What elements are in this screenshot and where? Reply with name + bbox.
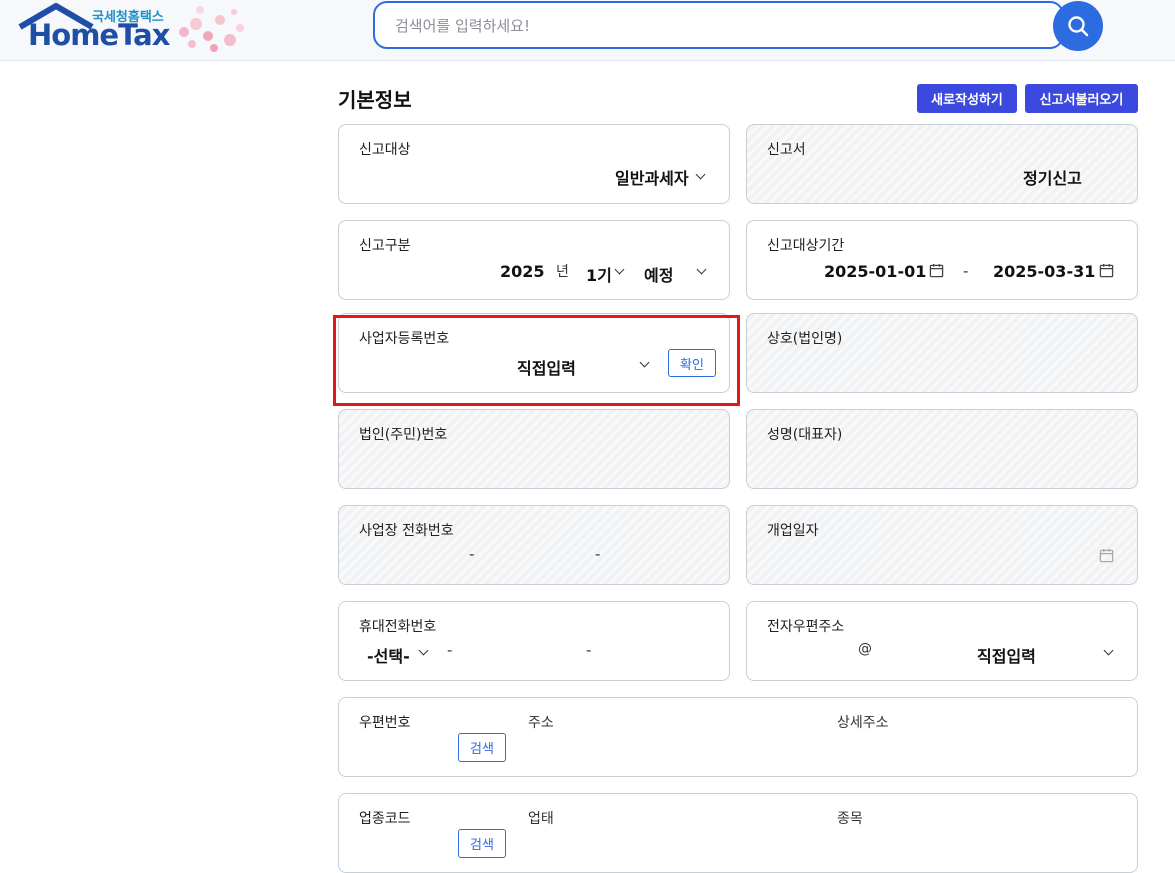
field-label: 성명(대표자) — [767, 427, 843, 443]
phone-dash: - — [447, 641, 453, 659]
select-value: 1기 — [586, 266, 612, 285]
field-label: 전자우편주소 — [767, 619, 845, 635]
section-title: 기본정보 — [338, 88, 412, 112]
open-date-card: 개업일자 — [746, 505, 1138, 585]
business-item-label: 종목 — [837, 811, 863, 827]
field-label: 신고대상 — [359, 142, 411, 158]
field-label: 신고대상기간 — [767, 238, 845, 254]
phone-dash: - — [595, 545, 601, 563]
cherry-blossom-icon — [179, 6, 244, 52]
chevron-down-icon — [695, 169, 706, 180]
field-label: 개업일자 — [767, 523, 819, 539]
calendar-icon[interactable] — [929, 263, 944, 278]
email-card: 전자우편주소 @ 직접입력 — [746, 601, 1138, 681]
search-input[interactable] — [395, 15, 1035, 37]
chevron-down-icon — [418, 645, 429, 656]
new-report-button[interactable]: 새로작성하기 — [917, 84, 1017, 113]
business-type-label: 업태 — [528, 811, 554, 827]
end-date-input[interactable]: 2025-03-31 — [993, 262, 1095, 281]
year-unit-label: 년 — [556, 264, 569, 280]
phone-dash: - — [469, 545, 475, 563]
search-button[interactable] — [1053, 1, 1103, 51]
date-separator: - — [963, 262, 969, 280]
calendar-icon — [1099, 548, 1114, 563]
load-report-button[interactable]: 신고서불러오기 — [1025, 84, 1138, 113]
field-label: 휴대전화번호 — [359, 619, 437, 635]
mobile-card: 휴대전화번호 -선택- - - — [338, 601, 730, 681]
highlight-box — [333, 315, 740, 406]
field-label: 법인(주민)번호 — [359, 427, 448, 443]
calendar-icon[interactable] — [1099, 263, 1114, 278]
industry-code-label: 업종코드 — [359, 811, 411, 827]
detail-address-label: 상세주소 — [837, 715, 889, 731]
report-target-card: 신고대상 일반과세자 — [338, 124, 730, 204]
header-bar: 국세청홈택스 HomeTax — [0, 0, 1175, 61]
biz-phone-card: 사업장 전화번호 - - — [338, 505, 730, 585]
field-label: 신고서 — [767, 142, 806, 158]
chevron-down-icon — [1103, 645, 1114, 656]
rep-name-card: 성명(대표자) — [746, 409, 1138, 489]
hometax-logo[interactable]: 국세청홈택스 HomeTax — [18, 2, 258, 58]
select-value: -선택- — [367, 647, 410, 666]
chevron-down-icon — [696, 264, 707, 275]
field-label: 상호(법인명) — [767, 331, 843, 347]
report-form-card: 신고서 정기신고 — [746, 124, 1138, 204]
select-value: 예정 — [644, 266, 674, 285]
search-box[interactable] — [373, 1, 1064, 49]
chevron-down-icon — [614, 264, 625, 275]
field-label: 신고구분 — [359, 238, 411, 254]
report-period-card: 신고대상기간 2025-01-01 - 2025-03-31 — [746, 220, 1138, 300]
search-icon — [1068, 16, 1089, 37]
select-value: 일반과세자 — [615, 169, 689, 188]
address-label: 주소 — [528, 715, 554, 731]
address-card: 우편번호 검색 주소 상세주소 — [338, 697, 1138, 777]
select-value: 직접입력 — [977, 647, 1036, 666]
industry-search-button[interactable]: 검색 — [458, 829, 506, 858]
phone-dash: - — [586, 641, 592, 659]
zip-search-button[interactable]: 검색 — [458, 733, 506, 762]
logo-wordmark: HomeTax — [28, 18, 170, 52]
report-type-card: 신고구분 2025 년 1기 예정 — [338, 220, 730, 300]
start-date-input[interactable]: 2025-01-01 — [824, 262, 926, 281]
year-input[interactable]: 2025 — [500, 262, 545, 281]
company-name-card: 상호(법인명) — [746, 313, 1138, 393]
report-form-value: 정기신고 — [1023, 169, 1082, 188]
industry-card: 업종코드 검색 업태 종목 — [338, 793, 1138, 873]
zip-label: 우편번호 — [359, 715, 411, 731]
corp-no-card: 법인(주민)번호 — [338, 409, 730, 489]
field-label: 사업장 전화번호 — [359, 523, 454, 539]
email-at-sign: @ — [858, 641, 872, 657]
